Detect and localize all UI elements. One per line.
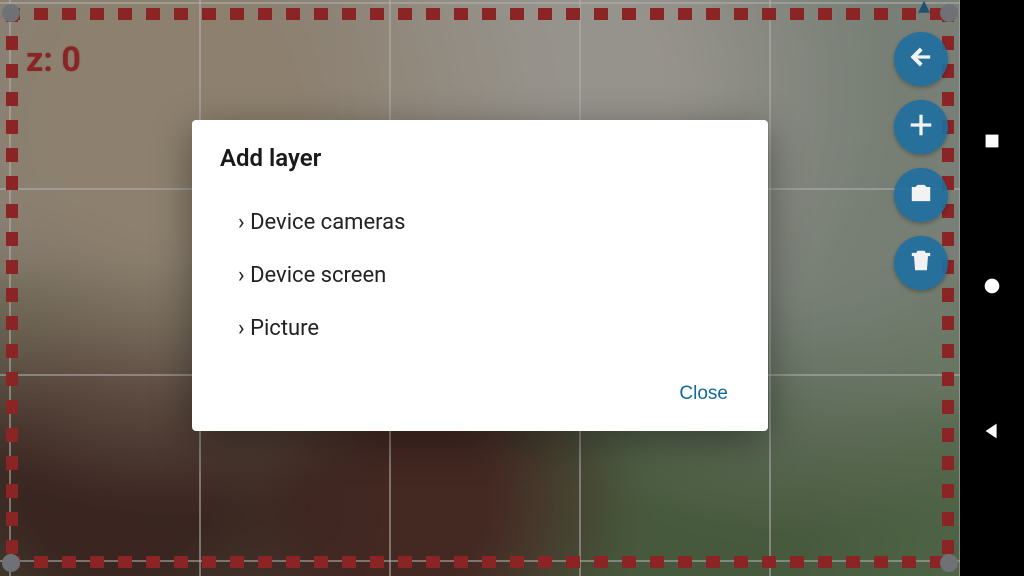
add-layer-dialog: Add layer Device cameras Device screen P…	[192, 120, 768, 431]
trash-icon	[908, 248, 934, 278]
back-button[interactable]	[894, 32, 948, 86]
arrow-left-icon	[908, 44, 934, 74]
triangle-left-icon	[981, 420, 1003, 446]
dialog-title: Add layer	[220, 144, 740, 172]
close-button[interactable]: Close	[667, 375, 740, 413]
square-icon	[981, 130, 1003, 156]
add-layer-button[interactable]	[894, 100, 948, 154]
option-device-cameras[interactable]: Device cameras	[238, 196, 740, 249]
option-picture[interactable]: Picture	[238, 302, 740, 355]
nav-recents-button[interactable]	[972, 123, 1012, 163]
swap-camera-button[interactable]	[894, 168, 948, 222]
delete-button[interactable]	[894, 236, 948, 290]
circle-icon	[981, 275, 1003, 301]
dialog-actions: Close	[220, 375, 740, 413]
plus-icon	[908, 112, 934, 142]
layer-options-list: Device cameras Device screen Picture	[220, 196, 740, 355]
nav-home-button[interactable]	[972, 268, 1012, 308]
app-screen: z: 0 ▴	[0, 0, 960, 576]
option-device-screen[interactable]: Device screen	[238, 249, 740, 302]
swap-camera-icon	[908, 180, 934, 210]
floating-action-column	[894, 32, 948, 290]
device-frame: z: 0 ▴	[0, 0, 1024, 576]
android-nav-bar	[960, 0, 1024, 576]
nav-back-button[interactable]	[972, 413, 1012, 453]
